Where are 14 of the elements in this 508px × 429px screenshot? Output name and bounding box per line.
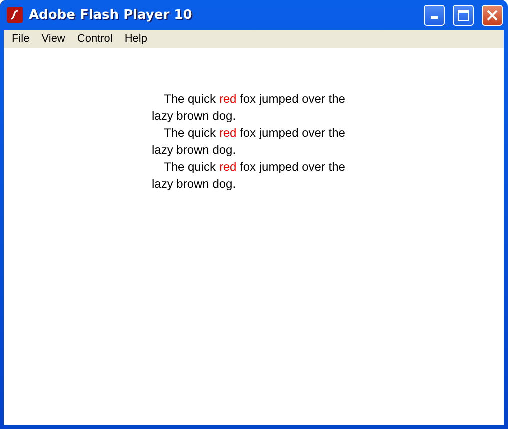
close-icon (487, 10, 498, 20)
close-button[interactable] (482, 4, 503, 26)
flash-logo-icon (7, 7, 23, 23)
paragraph: The quick red fox jumped over the lazy brown dog. (152, 125, 346, 159)
menu-item[interactable]: File (6, 33, 36, 45)
window-title: Adobe Flash Player 10 (29, 8, 194, 22)
paragraph: The quick red fox jumped over the lazy brown dog. (152, 91, 346, 125)
paragraph: The quick red fox jumped over the lazy brown dog. (152, 159, 346, 193)
menu-item[interactable]: Control (71, 33, 119, 45)
maximize-button[interactable] (453, 4, 474, 26)
menu-item[interactable]: Help (118, 33, 154, 45)
minimize-button[interactable] (424, 4, 445, 26)
menu-item[interactable]: View (36, 33, 72, 45)
maximize-icon (458, 10, 469, 20)
